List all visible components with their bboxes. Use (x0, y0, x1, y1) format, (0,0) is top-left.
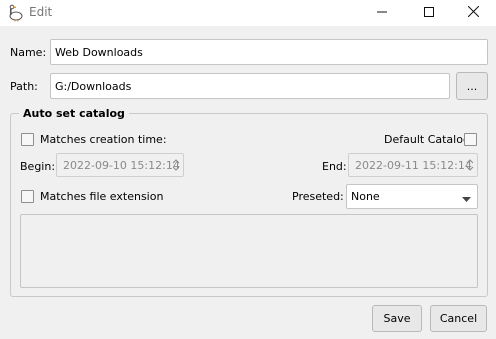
minimize-icon (377, 7, 387, 20)
save-button[interactable]: Save (372, 305, 422, 332)
matches-extension-checkbox[interactable] (21, 190, 34, 203)
maximize-button[interactable] (406, 0, 452, 26)
close-button[interactable] (450, 0, 496, 26)
chevron-down-icon (462, 193, 471, 206)
default-catalog-label: Default Catalog: (384, 133, 474, 146)
preseted-label: Preseted: (292, 190, 344, 203)
end-label: End: (322, 160, 347, 173)
window-title: Edit (29, 5, 53, 19)
cancel-button[interactable]: Cancel (430, 305, 487, 332)
name-label: Name: (10, 46, 47, 59)
matches-creation-time-label: Matches creation time: (40, 133, 167, 146)
spin-arrows-icon[interactable] (171, 156, 181, 174)
auto-set-catalog-title: Auto set catalog (19, 107, 129, 120)
browse-button[interactable]: ... (456, 72, 488, 100)
extensions-textarea[interactable] (20, 214, 478, 288)
matches-extension-label: Matches file extension (40, 190, 164, 203)
matches-creation-time-checkbox[interactable] (21, 133, 34, 146)
preseted-value: None (351, 190, 380, 203)
begin-datetime-input[interactable]: 2022-09-10 15:12:14 (56, 153, 184, 177)
preseted-select[interactable]: None (346, 184, 478, 209)
begin-datetime-value: 2022-09-10 15:12:14 (63, 158, 180, 172)
name-input[interactable]: Web Downloads (50, 39, 488, 65)
path-label: Path: (10, 80, 38, 93)
close-icon (467, 5, 479, 20)
path-input[interactable]: G:/Downloads (50, 73, 450, 99)
begin-label: Begin: (20, 160, 56, 173)
end-datetime-input[interactable]: 2022-09-11 15:12:14 (348, 153, 478, 177)
end-datetime-value: 2022-09-11 15:12:14 (355, 158, 472, 172)
minimize-button[interactable] (359, 0, 405, 26)
title-bar: Edit (0, 0, 496, 26)
spin-arrows-icon[interactable] (465, 156, 475, 174)
maximize-icon (424, 6, 434, 20)
default-catalog-checkbox[interactable] (464, 133, 477, 146)
goose-icon (6, 4, 24, 22)
